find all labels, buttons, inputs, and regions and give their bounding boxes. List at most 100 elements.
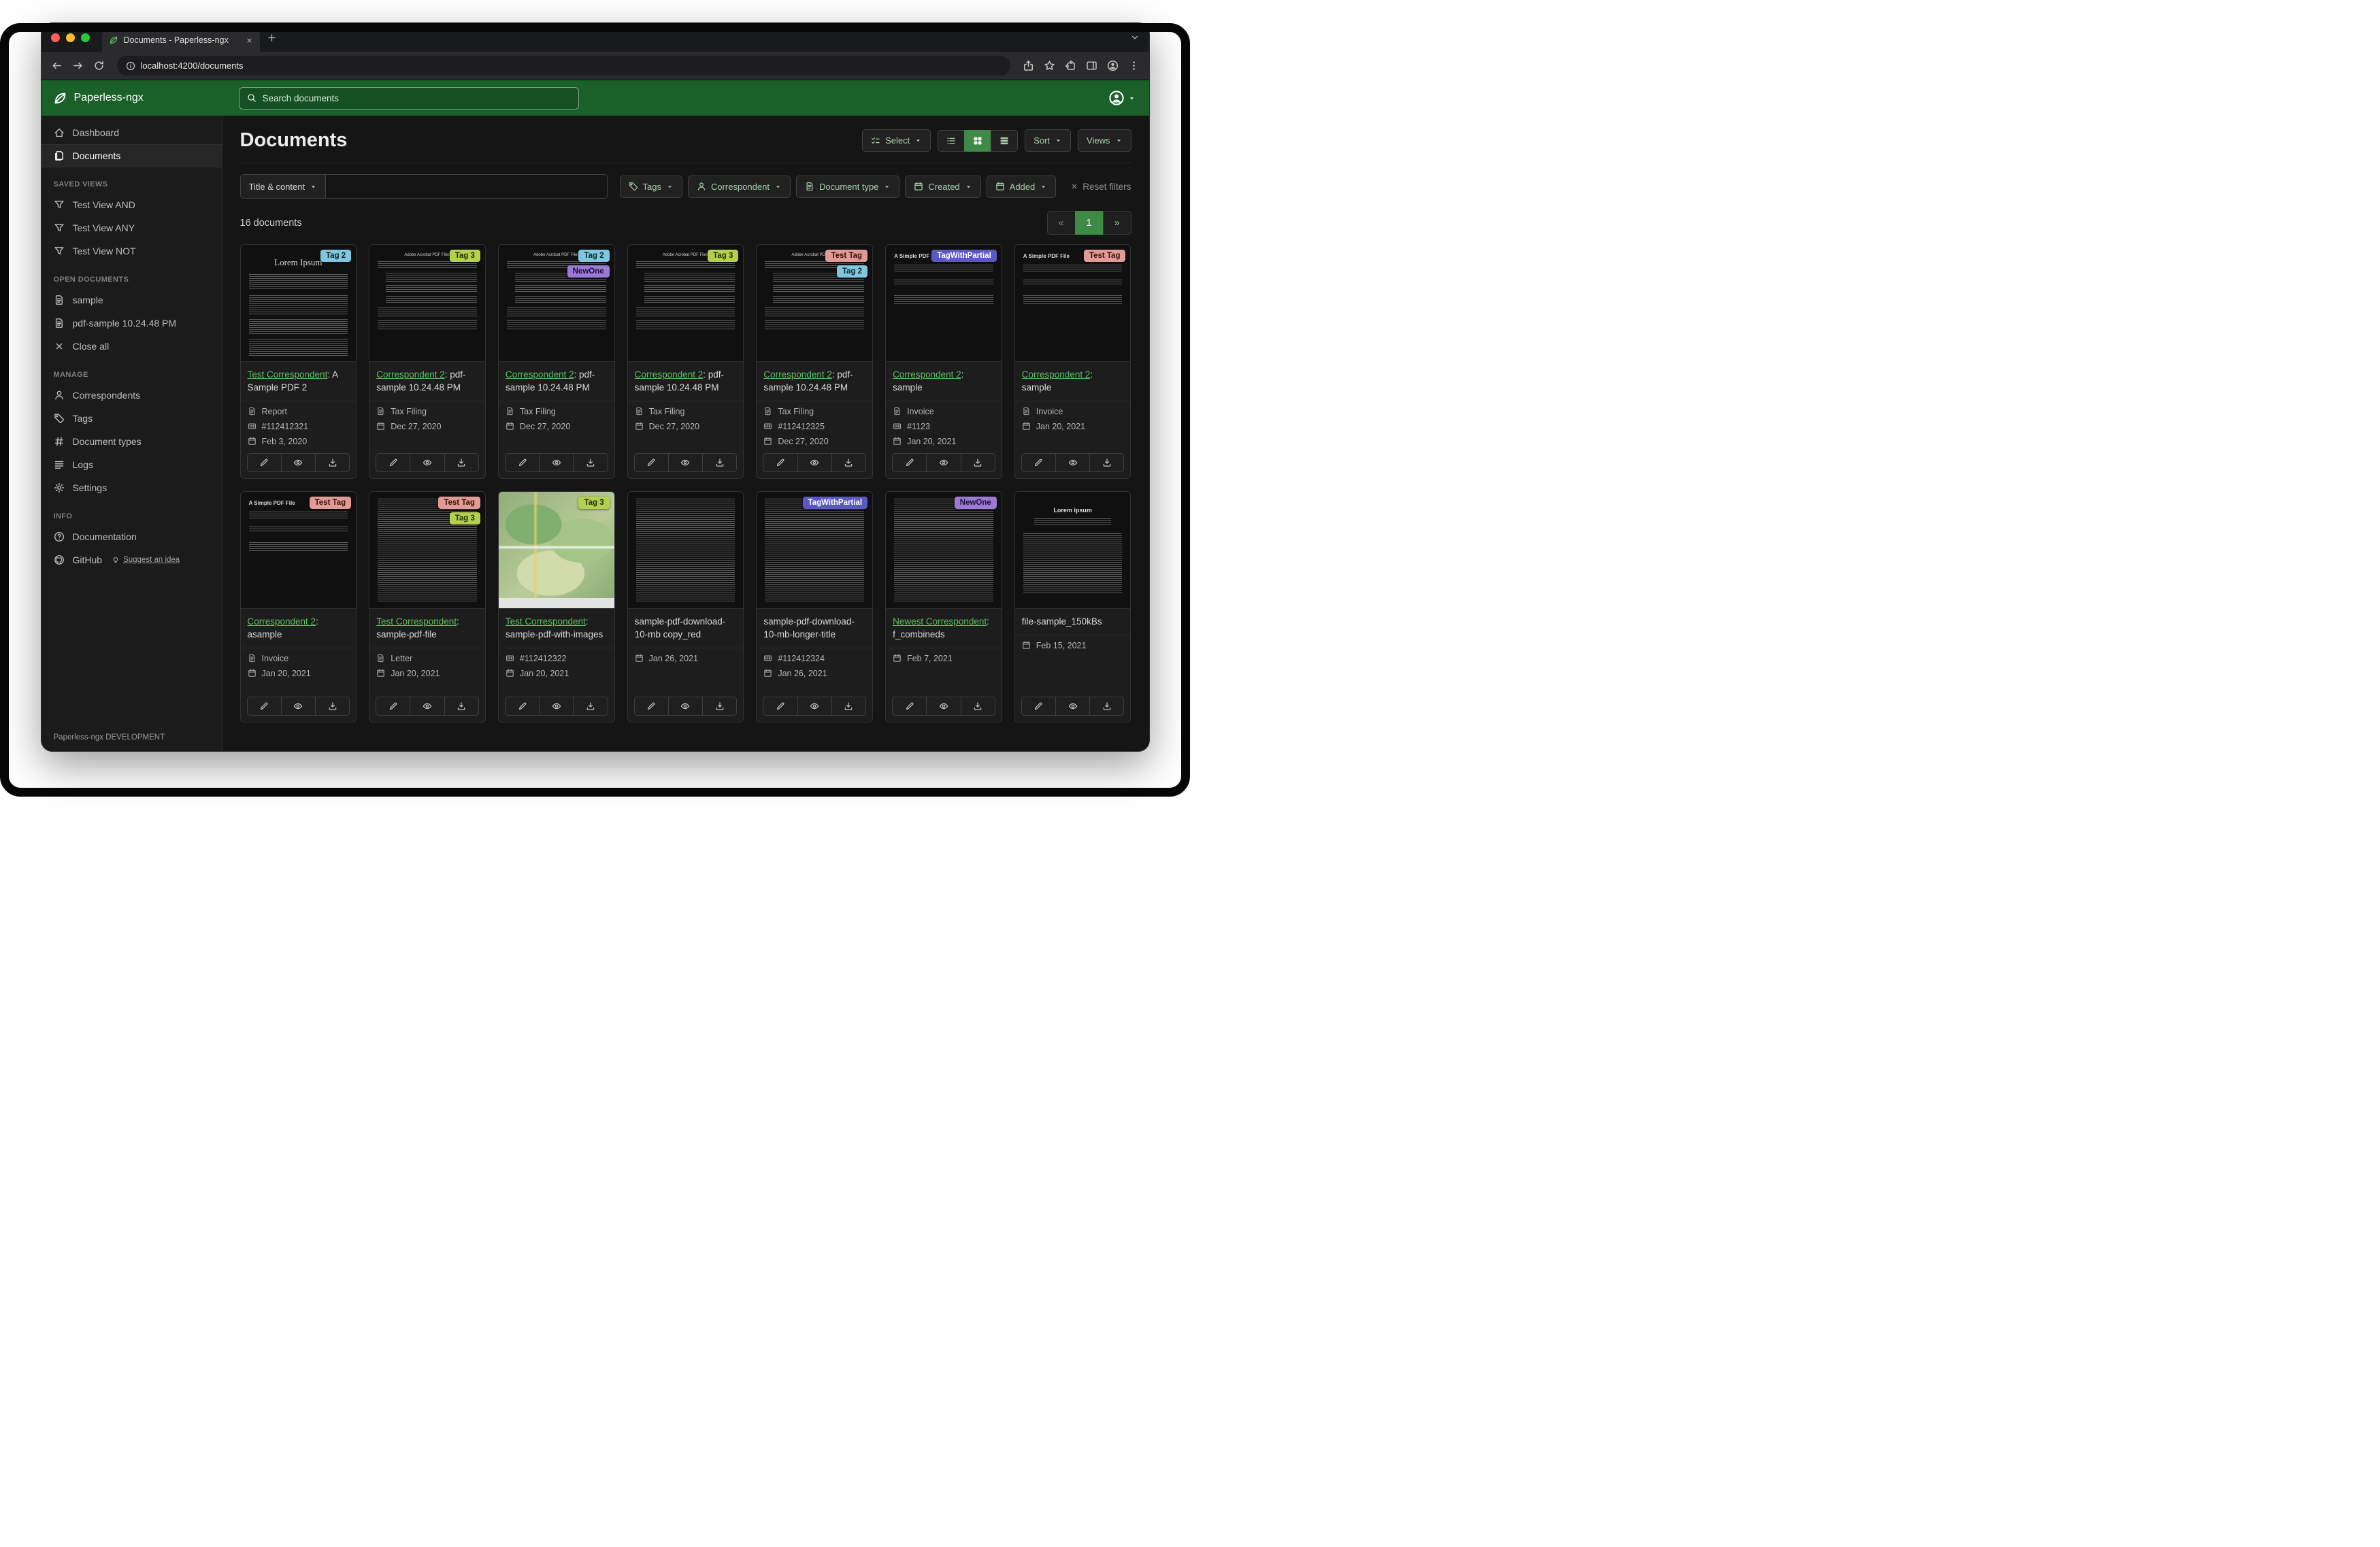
sidebar-item-document-types[interactable]: Document types	[42, 430, 222, 453]
document-card[interactable]: NewOneNewest Correspondent: f_combinedsF…	[885, 491, 1002, 722]
preview-document-button[interactable]	[282, 697, 316, 715]
edit-document-button[interactable]	[893, 454, 927, 471]
document-correspondent-link[interactable]: Test Correspondent	[376, 616, 457, 627]
sidebar-item-logs[interactable]: Logs	[42, 453, 222, 476]
tag-badge-test-tag[interactable]: Test Tag	[1084, 250, 1126, 262]
pagination-page-1-button[interactable]: 1	[1075, 211, 1104, 235]
preview-document-button[interactable]	[669, 454, 703, 471]
edit-document-button[interactable]	[248, 454, 282, 471]
tag-badge-tag-3[interactable]: Tag 3	[450, 250, 480, 262]
document-correspondent-link[interactable]: Correspondent 2	[635, 369, 704, 380]
filter-correspondent-button[interactable]: Correspondent	[688, 176, 791, 198]
edit-document-button[interactable]	[506, 697, 540, 715]
document-thumbnail[interactable]: Adobe Acrobat PDF FilesTag 3	[628, 245, 744, 362]
document-thumbnail[interactable]: A Simple PDF FileTagWithPartial	[886, 245, 1002, 362]
bookmark-star-icon[interactable]	[1044, 60, 1055, 71]
preview-document-button[interactable]	[927, 454, 961, 471]
filter-query-input[interactable]	[326, 174, 607, 199]
download-document-button[interactable]	[961, 454, 995, 471]
tag-badge-test-tag[interactable]: Test Tag	[438, 497, 480, 509]
document-card[interactable]: Adobe Acrobat PDF FilesTag 2NewOneCorres…	[498, 244, 615, 479]
download-document-button[interactable]	[445, 454, 478, 471]
tab-search-chevron-icon[interactable]	[1130, 33, 1140, 42]
sidebar-item-dashboard[interactable]: Dashboard	[42, 121, 222, 144]
site-info-icon[interactable]	[126, 61, 135, 71]
document-card[interactable]: sample-pdf-download-10-mb copy_redJan 26…	[627, 491, 744, 722]
back-button[interactable]	[51, 60, 63, 71]
filter-tags-button[interactable]: Tags	[620, 176, 682, 198]
document-correspondent-link[interactable]: Correspondent 2	[763, 369, 832, 380]
document-card[interactable]: Lorem IpsumTag 2Test Correspondent: A Sa…	[240, 244, 357, 479]
document-thumbnail[interactable]: Tag 3	[499, 492, 614, 609]
sidebar-item-github[interactable]: GitHub	[54, 554, 103, 565]
document-card[interactable]: Lorem ipsumfile-sample_150kBsFeb 15, 202…	[1014, 491, 1131, 722]
sidebar-item-correspondents[interactable]: Correspondents	[42, 384, 222, 407]
edit-document-button[interactable]	[248, 697, 282, 715]
tag-badge-tag-2[interactable]: Tag 2	[837, 265, 867, 278]
edit-document-button[interactable]	[893, 697, 927, 715]
preview-document-button[interactable]	[540, 454, 574, 471]
tag-badge-tag-2[interactable]: Tag 2	[578, 250, 609, 262]
download-document-button[interactable]	[832, 454, 865, 471]
views-button[interactable]: Views	[1078, 129, 1131, 152]
user-menu[interactable]	[1108, 90, 1149, 106]
document-title[interactable]: sample-pdf-download-10-mb-longer-title	[763, 616, 855, 639]
download-document-button[interactable]	[1090, 454, 1123, 471]
edit-document-button[interactable]	[763, 454, 797, 471]
sidebar-item-sample[interactable]: sample	[42, 288, 222, 312]
address-bar[interactable]: localhost:4200/documents	[117, 56, 1010, 76]
sidebar-item-documents[interactable]: Documents	[42, 144, 222, 167]
document-thumbnail[interactable]	[628, 492, 744, 609]
document-correspondent-link[interactable]: Test Correspondent	[506, 616, 586, 627]
document-thumbnail[interactable]: Lorem ipsum	[1015, 492, 1131, 609]
share-icon[interactable]	[1023, 60, 1034, 71]
document-correspondent-link[interactable]: Correspondent 2	[248, 616, 316, 627]
document-card[interactable]: Adobe Acrobat PDF FilesTag 3 Corresponden…	[627, 244, 744, 479]
sidebar-item-test-view-not[interactable]: Test View NOT	[42, 239, 222, 263]
document-thumbnail[interactable]: NewOne	[886, 492, 1002, 609]
new-tab-button[interactable]	[267, 33, 277, 43]
edit-document-button[interactable]	[635, 454, 669, 471]
tag-badge-tag-2[interactable]: Tag 2	[320, 250, 351, 262]
filter-field-dropdown[interactable]: Title & content	[240, 174, 327, 199]
suggest-idea-link[interactable]: Suggest an idea	[112, 556, 180, 564]
reset-filters-button[interactable]: Reset filters	[1070, 182, 1131, 192]
document-correspondent-link[interactable]: Correspondent 2	[893, 369, 961, 380]
edit-document-button[interactable]	[506, 454, 540, 471]
document-thumbnail[interactable]: A Simple PDF FileTest Tag	[1015, 245, 1131, 362]
pagination-previous-button[interactable]: «	[1047, 211, 1076, 235]
document-card[interactable]: Adobe Acrobat PDF FilesTest TagTag 2 Corr…	[756, 244, 873, 479]
document-thumbnail[interactable]: Adobe Acrobat PDF FilesTest TagTag 2	[757, 245, 872, 362]
filter-added-button[interactable]: Added	[987, 176, 1057, 198]
download-document-button[interactable]	[316, 454, 349, 471]
document-correspondent-link[interactable]: Correspondent 2	[506, 369, 574, 380]
download-document-button[interactable]	[703, 697, 736, 715]
sidebar-item-test-view-any[interactable]: Test View ANY	[42, 216, 222, 239]
browser-profile-icon[interactable]	[1107, 60, 1119, 71]
close-window-button[interactable]	[51, 33, 60, 42]
tag-badge-test-tag[interactable]: Test Tag	[310, 497, 352, 509]
document-card[interactable]: A Simple PDF FileTest TagCorrespondent 2…	[240, 491, 357, 722]
tag-badge-tagwithpartial[interactable]: TagWithPartial	[803, 497, 868, 509]
download-document-button[interactable]	[1090, 697, 1123, 715]
filter-document-type-button[interactable]: Document type	[796, 176, 899, 198]
document-thumbnail[interactable]: Lorem IpsumTag 2	[241, 245, 357, 362]
preview-document-button[interactable]	[410, 454, 444, 471]
extensions-puzzle-icon[interactable]	[1065, 60, 1076, 71]
document-correspondent-link[interactable]: Newest Correspondent	[893, 616, 987, 627]
pagination-next-button[interactable]: »	[1103, 211, 1131, 235]
edit-document-button[interactable]	[763, 697, 797, 715]
edit-document-button[interactable]	[376, 454, 410, 471]
detail-view-button[interactable]	[991, 130, 1018, 152]
edit-document-button[interactable]	[376, 697, 410, 715]
download-document-button[interactable]	[703, 454, 736, 471]
filter-created-button[interactable]: Created	[905, 176, 980, 198]
browser-tab[interactable]: Documents - Paperless-ngx	[102, 29, 260, 52]
document-card[interactable]: Tag 3Test Correspondent: sample-pdf-with…	[498, 491, 615, 722]
browser-menu-icon[interactable]	[1128, 60, 1140, 71]
tag-badge-newone[interactable]: NewOne	[567, 265, 610, 278]
document-correspondent-link[interactable]: Correspondent 2	[1022, 369, 1091, 380]
preview-document-button[interactable]	[410, 697, 444, 715]
download-document-button[interactable]	[445, 697, 478, 715]
document-card[interactable]: A Simple PDF FileTagWithPartial Correspon…	[885, 244, 1002, 479]
